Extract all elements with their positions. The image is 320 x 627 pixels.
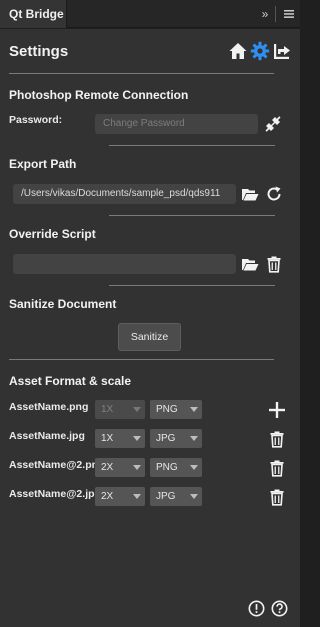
refresh-icon[interactable] <box>265 185 283 203</box>
trash-icon[interactable] <box>268 459 286 477</box>
password-label: Password: <box>9 114 63 126</box>
scale-dropdown[interactable]: 2X <box>95 487 145 506</box>
tab-qt-bridge[interactable]: Qt Bridge <box>0 0 67 28</box>
format-dropdown[interactable]: JPG <box>150 487 202 506</box>
header-divider <box>9 73 274 74</box>
asset-name-label: AssetName@2.jpg <box>9 488 101 500</box>
trash-icon[interactable] <box>268 430 286 448</box>
section-divider <box>109 215 275 216</box>
asset-name-label: AssetName@2.png <box>9 459 105 471</box>
help-icon[interactable] <box>271 600 288 617</box>
tab-divider <box>275 6 276 22</box>
password-input[interactable]: Change Password <box>95 114 258 134</box>
collapse-panel-icon[interactable]: » <box>256 6 272 22</box>
section-divider <box>9 359 274 360</box>
section-title-asset-format: Asset Format & scale <box>9 374 132 388</box>
folder-open-icon[interactable] <box>241 255 259 273</box>
scale-dropdown: 1X <box>95 400 145 419</box>
section-divider <box>109 145 275 146</box>
export-icon[interactable] <box>272 41 292 61</box>
sanitize-button[interactable]: Sanitize <box>118 323 181 351</box>
format-dropdown[interactable]: PNG <box>150 458 202 477</box>
plug-icon[interactable] <box>264 115 282 133</box>
format-dropdown[interactable]: JPG <box>150 429 202 448</box>
section-title-photoshop-remote: Photoshop Remote Connection <box>9 88 189 102</box>
scale-dropdown[interactable]: 1X <box>95 429 145 448</box>
folder-open-icon[interactable] <box>241 185 259 203</box>
section-title-export-path: Export Path <box>9 157 77 171</box>
trash-icon[interactable] <box>265 255 283 273</box>
asset-name-label: AssetName.jpg <box>9 430 85 442</box>
asset-name-label: AssetName.png <box>9 401 89 413</box>
panel-menu-icon[interactable] <box>281 6 297 22</box>
gear-icon[interactable] <box>250 41 270 61</box>
page-title: Settings <box>9 43 69 60</box>
export-path-input[interactable]: /Users/vikas/Documents/sample_psd/qds911 <box>13 184 236 204</box>
section-title-sanitize: Sanitize Document <box>9 297 117 311</box>
add-icon[interactable] <box>268 401 286 419</box>
override-script-input[interactable] <box>13 254 236 274</box>
section-title-override-script: Override Script <box>9 227 96 241</box>
trash-icon[interactable] <box>268 488 286 506</box>
panel-tab-bar: Qt Bridge » <box>0 0 300 28</box>
section-divider <box>109 285 275 286</box>
scale-dropdown[interactable]: 2X <box>95 458 145 477</box>
format-dropdown[interactable]: PNG <box>150 400 202 419</box>
home-icon[interactable] <box>228 41 248 61</box>
info-icon[interactable] <box>248 600 265 617</box>
